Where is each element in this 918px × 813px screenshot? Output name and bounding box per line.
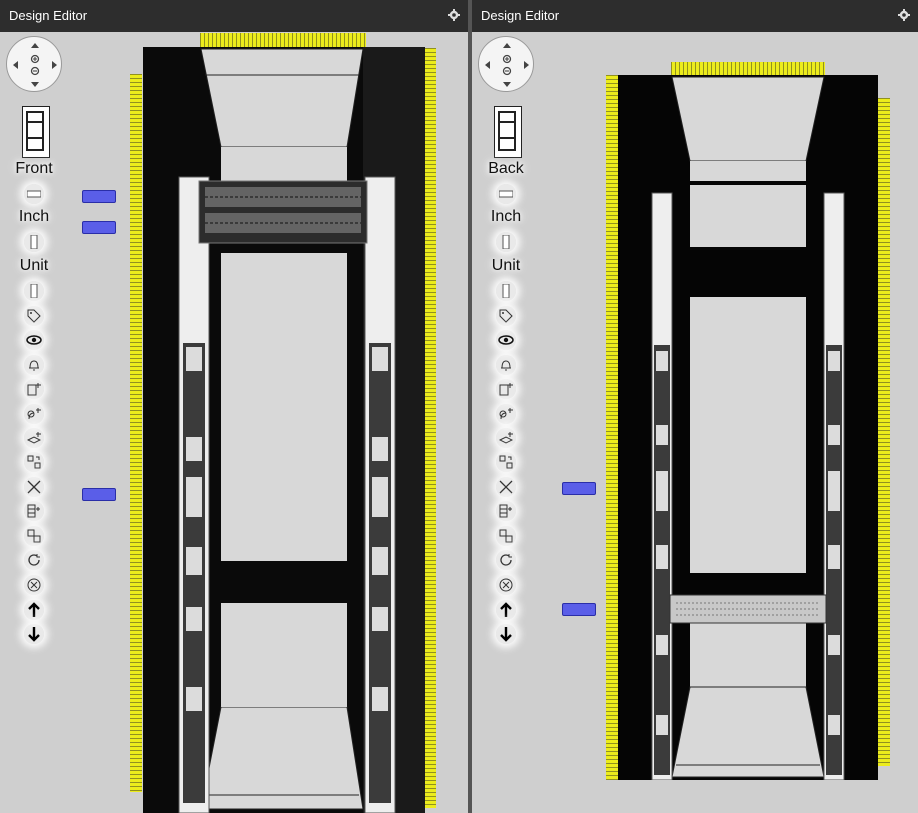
arrange-icon[interactable] [496,452,516,472]
inch-toggle-icon[interactable] [496,232,516,252]
slot-marker[interactable] [82,488,116,501]
arrow-up-icon[interactable] [24,600,44,620]
inch-toggle-icon[interactable] [24,232,44,252]
rack-view-icon[interactable] [22,106,50,158]
unit-ruler-left [130,74,142,792]
unit-toggle-icon[interactable] [24,281,44,301]
view-side-label[interactable]: Front [2,160,66,178]
panel-titlebar: Design Editor [472,0,918,32]
arrow-down-icon[interactable] [24,624,44,644]
panel-titlebar: Design Editor [0,0,468,32]
rack-front-view [143,47,425,813]
add-shelf-icon[interactable] [496,428,516,448]
unit-label[interactable]: Unit [2,257,66,275]
navigation-arrows-icon [485,43,529,87]
unit-toggle-icon[interactable] [496,281,516,301]
add-device-icon[interactable] [496,379,516,399]
inch-label[interactable]: Inch [474,208,538,226]
swap-icon[interactable] [496,526,516,546]
add-cable-icon[interactable] [496,404,516,424]
eye-icon[interactable] [496,330,516,350]
refresh-icon[interactable] [24,550,44,570]
gear-icon[interactable] [898,9,910,21]
arrange-icon[interactable] [24,452,44,472]
slot-marker[interactable] [562,482,596,495]
bell-icon[interactable] [496,355,516,375]
slot-marker[interactable] [82,190,116,203]
navigation-pad[interactable] [478,36,534,92]
width-ruler-top [671,62,825,76]
arrow-up-icon[interactable] [496,600,516,620]
bell-icon[interactable] [24,355,44,375]
refresh-icon[interactable] [496,550,516,570]
tag-icon[interactable] [496,306,516,326]
panel-title: Design Editor [481,8,560,23]
swap-icon[interactable] [24,526,44,546]
panel-title: Design Editor [9,8,88,23]
view-side-label[interactable]: Back [474,160,538,178]
eye-icon[interactable] [24,330,44,350]
tag-icon[interactable] [24,306,44,326]
unit-ruler-left [606,75,618,780]
design-editor-panel-front: Design Editor Front Inch Unit [0,0,468,813]
width-ruler-top [200,33,366,47]
list-add-icon[interactable] [496,501,516,521]
add-shelf-icon[interactable] [24,428,44,448]
delete-icon[interactable] [496,477,516,497]
arrow-down-icon[interactable] [496,624,516,644]
unit-label[interactable]: Unit [474,257,538,275]
slot-marker[interactable] [82,221,116,234]
list-add-icon[interactable] [24,501,44,521]
inch-ruler-right [424,48,436,808]
delete-icon[interactable] [24,477,44,497]
gear-icon[interactable] [448,9,460,21]
bar-icon[interactable] [496,184,516,204]
bar-icon[interactable] [24,184,44,204]
slot-marker[interactable] [562,603,596,616]
inch-label[interactable]: Inch [2,208,66,226]
add-device-icon[interactable] [24,379,44,399]
navigation-pad[interactable] [6,36,62,92]
rack-view-icon[interactable] [494,106,522,158]
cancel-icon[interactable] [24,575,44,595]
inch-ruler-right [878,98,890,766]
navigation-arrows-icon [13,43,57,87]
cancel-icon[interactable] [496,575,516,595]
add-cable-icon[interactable] [24,404,44,424]
design-editor-panel-back: Design Editor Back Inch Unit [472,0,918,813]
rack-back-view [618,75,878,780]
